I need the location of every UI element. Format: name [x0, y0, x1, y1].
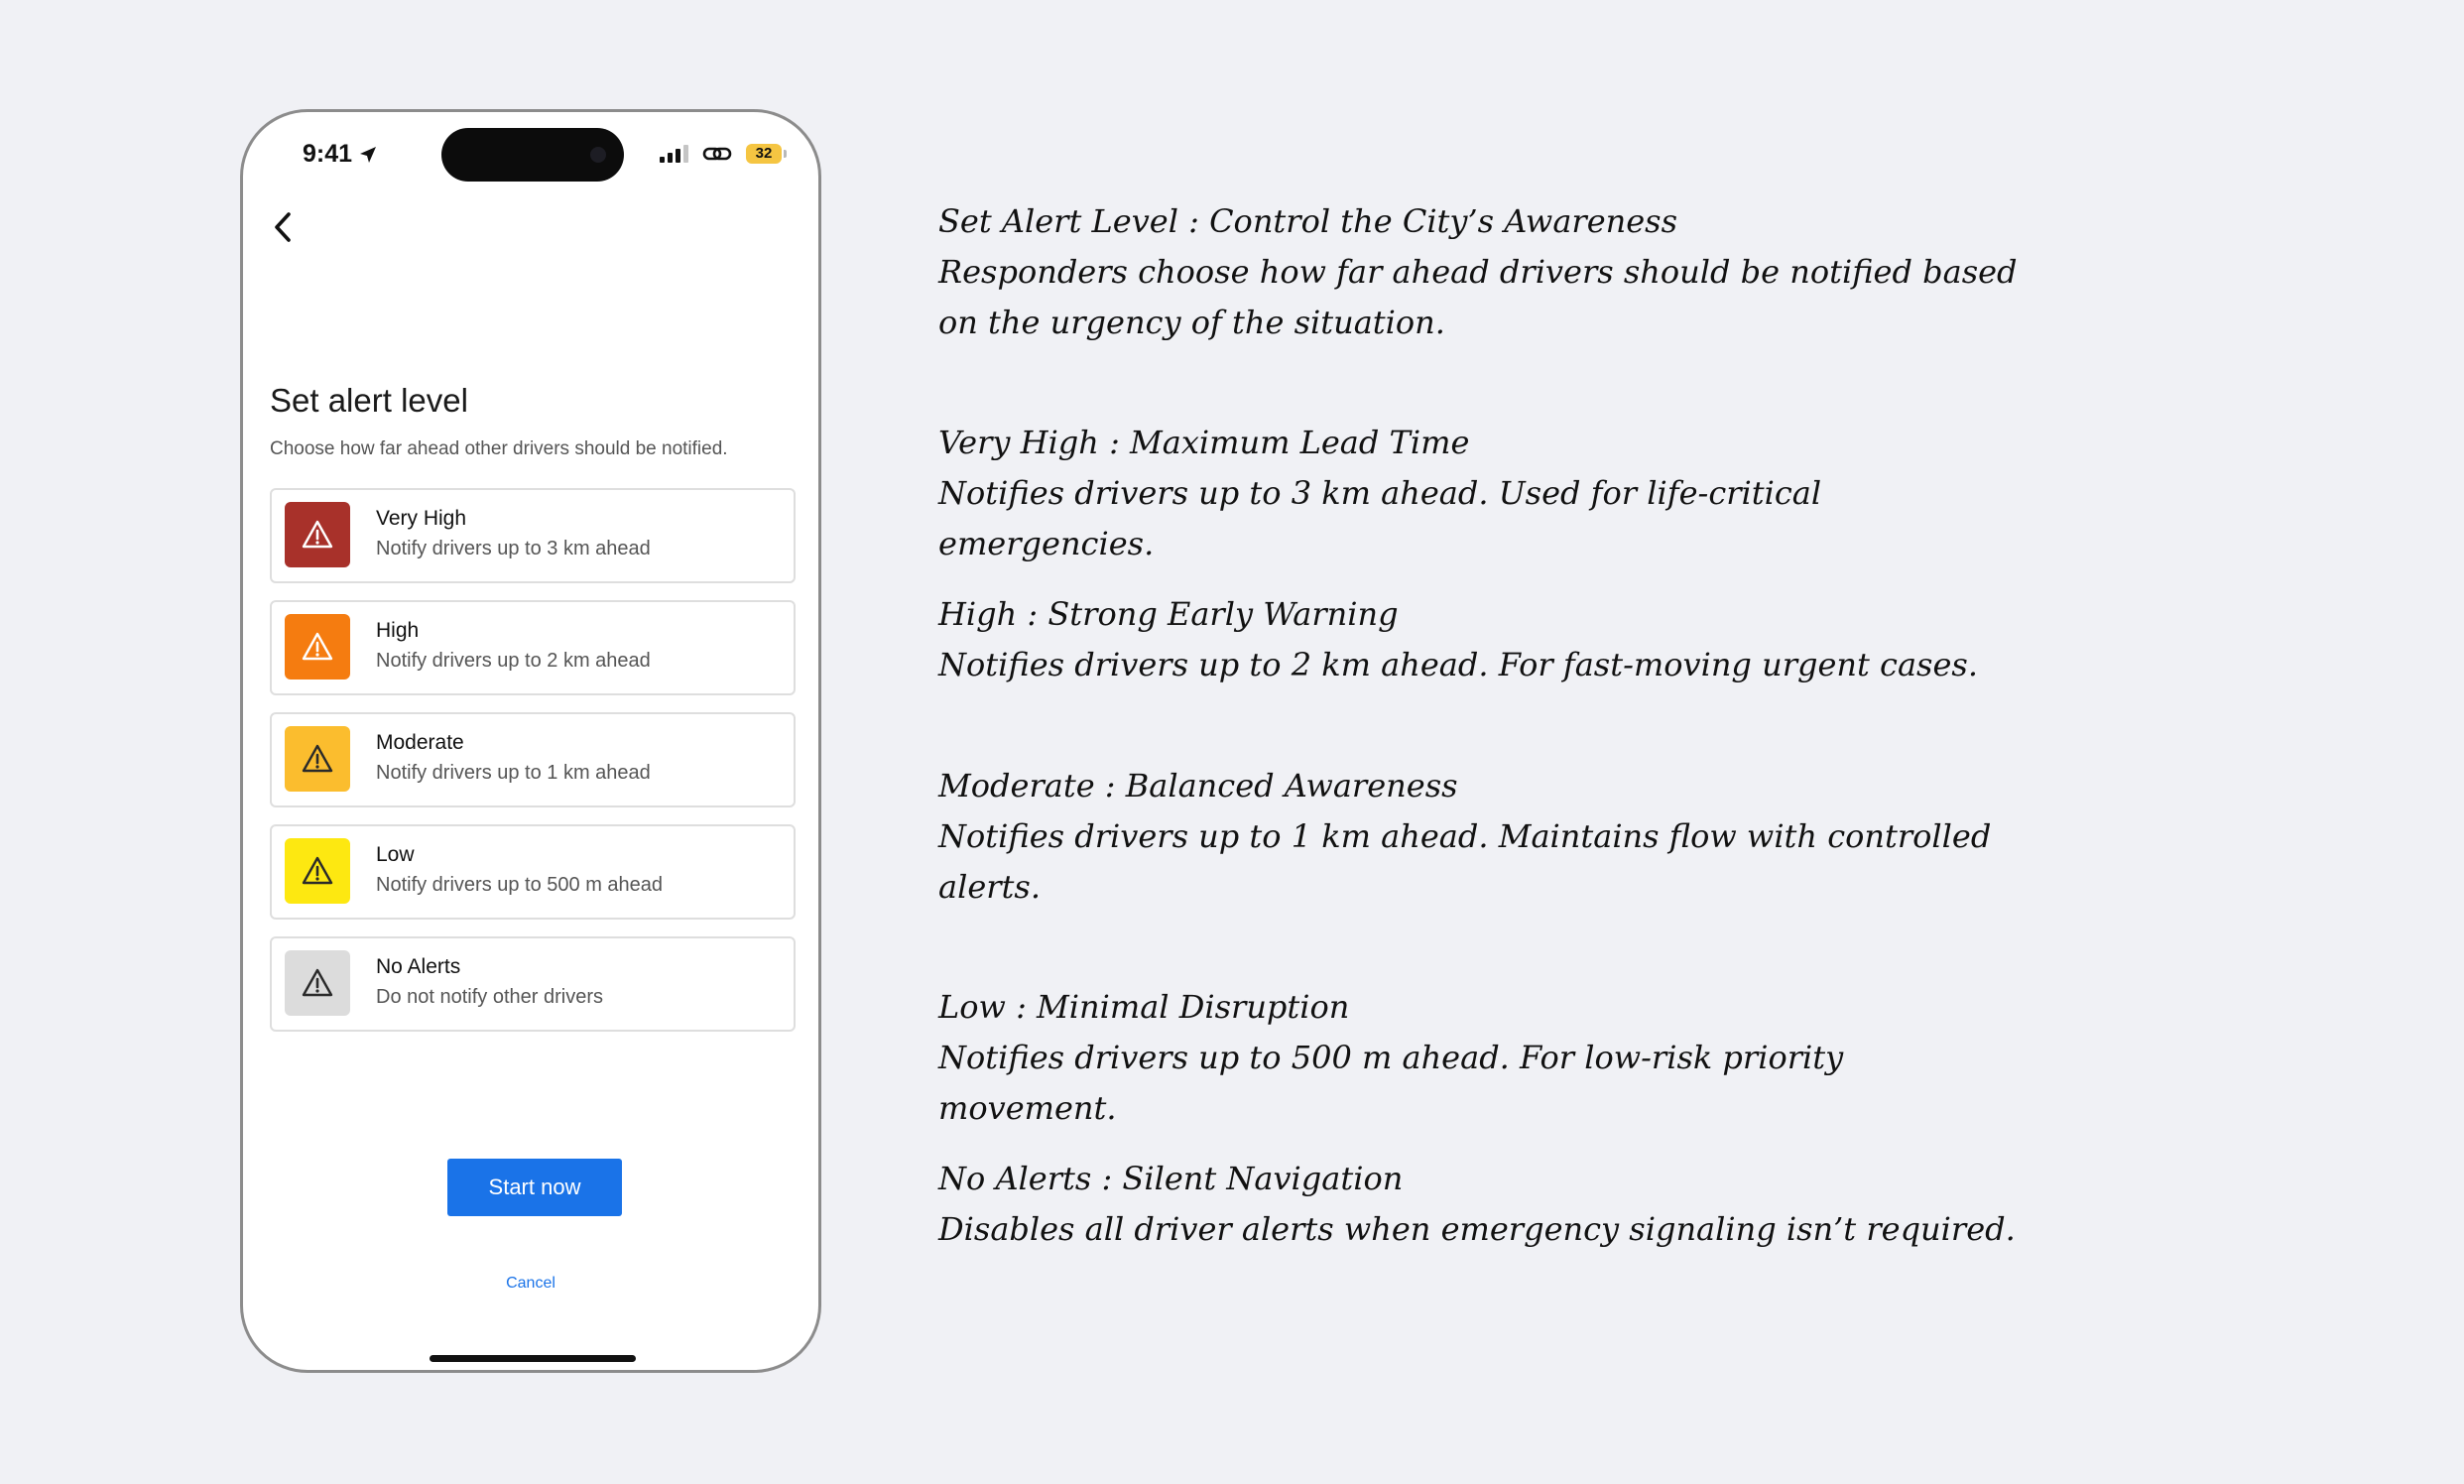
annotation-block: Low : Minimal Disruption Notifies drivers… — [938, 982, 2030, 1134]
annotation-block: No Alerts : Silent Navigation Disables al… — [938, 1154, 2030, 1255]
alert-level-list: Very High Notify drivers up to 3 km ahead… — [270, 488, 796, 1049]
annotation-heading: Low : Minimal Disruption — [938, 988, 1350, 1026]
annotation-heading: Very High : Maximum Lead Time — [938, 424, 1470, 461]
annotation-body: Responders choose how far ahead drivers … — [938, 253, 2018, 341]
status-bar-time: 9:41 — [303, 140, 378, 169]
page-title: Set alert level — [270, 382, 468, 419]
alert-option-description: Notify drivers up to 1 km ahead — [376, 762, 651, 784]
status-bar-indicators: 32 — [660, 144, 787, 164]
alert-option-description: Notify drivers up to 500 m ahead — [376, 874, 664, 896]
warning-icon — [285, 614, 350, 680]
phone-frame: 9:41 32 Set alert level Choose how far a… — [240, 109, 821, 1373]
annotation-heading: Moderate : Balanced Awareness — [938, 767, 1458, 804]
alert-option-label: Moderate — [376, 731, 464, 754]
alert-option-label: No Alerts — [376, 955, 461, 978]
alert-option-label: High — [376, 619, 420, 642]
chevron-left-icon — [275, 212, 291, 242]
alert-option-description: Do not notify other drivers — [376, 986, 603, 1008]
annotation-body: Disables all driver alerts when emergenc… — [938, 1210, 2016, 1248]
dynamic-island — [441, 128, 624, 182]
alert-option-very-high[interactable]: Very High Notify drivers up to 3 km ahead — [270, 488, 796, 583]
annotation-heading: No Alerts : Silent Navigation — [938, 1160, 1404, 1197]
alert-option-no-alerts[interactable]: No Alerts Do not notify other drivers — [270, 936, 796, 1032]
alert-option-label: Very High — [376, 507, 467, 530]
alert-option-label: Low — [376, 843, 415, 866]
alert-option-moderate[interactable]: Moderate Notify drivers up to 1 km ahead — [270, 712, 796, 807]
annotation-body: Notifies drivers up to 2 km ahead. For f… — [938, 646, 1978, 683]
annotation-heading: Set Alert Level : Control the City’s Awa… — [938, 202, 1678, 240]
annotation-block: Very High : Maximum Lead Time Notifies dr… — [938, 418, 2030, 569]
alert-option-description: Notify drivers up to 2 km ahead — [376, 650, 651, 672]
cellular-signal-icon — [660, 145, 688, 163]
camera-icon — [590, 147, 606, 163]
link-icon — [702, 147, 732, 161]
warning-icon — [285, 726, 350, 792]
alert-option-high[interactable]: High Notify drivers up to 2 km ahead — [270, 600, 796, 695]
alert-option-low[interactable]: Low Notify drivers up to 500 m ahead — [270, 824, 796, 920]
warning-icon — [285, 950, 350, 1016]
annotation-block: Moderate : Balanced Awareness Notifies dr… — [938, 761, 2030, 913]
start-now-button[interactable]: Start now — [447, 1159, 622, 1216]
back-button[interactable] — [263, 207, 303, 247]
annotation-block: High : Strong Early Warning Notifies driv… — [938, 589, 2030, 690]
alert-option-description: Notify drivers up to 3 km ahead — [376, 538, 651, 559]
annotation-body: Notifies drivers up to 500 m ahead. For … — [938, 1039, 1844, 1127]
annotation-block: Set Alert Level : Control the City’s Awa… — [938, 196, 2030, 348]
annotation-heading: High : Strong Early Warning — [938, 595, 1399, 633]
battery-icon: 32 — [746, 144, 787, 164]
page-subtitle: Choose how far ahead other drivers shoul… — [270, 438, 728, 459]
warning-icon — [285, 838, 350, 904]
annotation-body: Notifies drivers up to 3 km ahead. Used … — [938, 474, 1822, 562]
location-arrow-icon — [360, 146, 377, 163]
time-text: 9:41 — [303, 140, 353, 168]
cancel-link[interactable]: Cancel — [243, 1275, 818, 1293]
annotation-body: Notifies drivers up to 1 km ahead. Maint… — [938, 817, 1992, 906]
warning-icon — [285, 502, 350, 567]
home-indicator — [430, 1355, 636, 1362]
